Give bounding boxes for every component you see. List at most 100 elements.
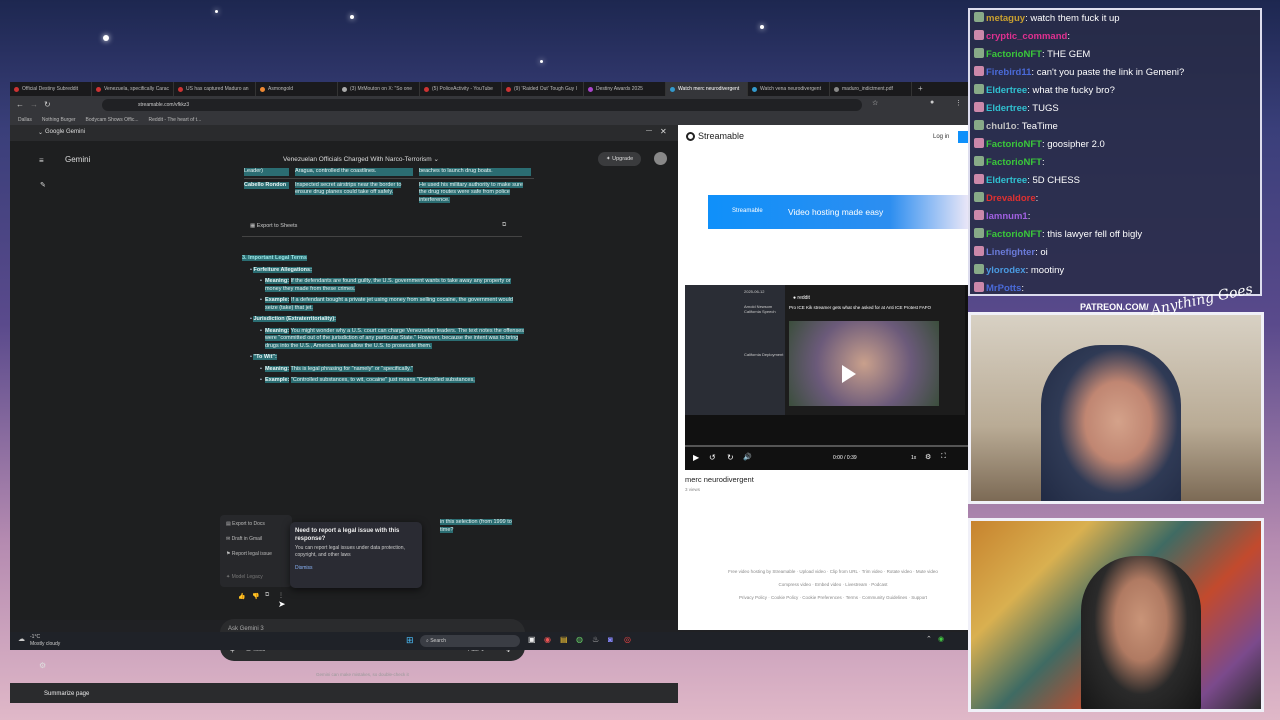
browser-tab[interactable]: (5) PoliceActivity - YouTube [420, 82, 502, 96]
chat-username[interactable]: Eldertree [986, 85, 1027, 96]
menu-icon[interactable]: ⋮ [955, 99, 962, 107]
browser-tab[interactable]: Venezuela, specifically Carac [92, 82, 174, 96]
browser-tab-active[interactable]: Watch merc neurodivergent [666, 82, 748, 96]
menu-icon[interactable]: ≡ [39, 156, 44, 165]
footer-link[interactable]: Cookie Policy [771, 595, 798, 600]
footer-link[interactable]: Compress video [778, 582, 811, 587]
chat-username[interactable]: metaguy [986, 13, 1025, 24]
tray-icon[interactable]: ⌃ [926, 635, 932, 643]
footer-link[interactable]: Livestream [845, 582, 867, 587]
footer-link[interactable]: Terms [846, 595, 858, 600]
more-icon[interactable]: ⋮ [278, 592, 284, 599]
chat-username[interactable]: ylorodex [986, 265, 1026, 276]
fullscreen-icon[interactable]: ⛶ [941, 453, 946, 461]
login-link[interactable]: Log in [933, 134, 949, 140]
new-tab-button[interactable]: + [912, 82, 929, 96]
avatar[interactable] [654, 152, 667, 165]
chat-username[interactable]: Firebird11 [986, 67, 1031, 78]
footer-link[interactable]: Upload video [799, 569, 825, 574]
settings-icon[interactable]: ⚙ [39, 661, 46, 670]
copy-icon[interactable]: ⧉ [502, 222, 506, 229]
streamable-logo[interactable]: Streamable [686, 131, 744, 141]
browser-tab[interactable]: US has captured Maduro an [174, 82, 256, 96]
back-icon[interactable]: ← [16, 100, 24, 109]
rewind-icon[interactable]: ↺ [709, 453, 716, 462]
app-icon[interactable]: ◎ [624, 635, 631, 644]
footer-link[interactable]: Free video hosting by Streamable [728, 569, 795, 574]
app-icon[interactable]: ◙ [608, 635, 613, 644]
forward-icon[interactable]: → [30, 100, 38, 109]
chat-username[interactable]: FactorioNFT [986, 229, 1042, 240]
chat-username[interactable]: Eldertree [986, 103, 1027, 114]
summarize-page-button[interactable]: Summarize page [44, 691, 89, 697]
app-icon[interactable]: ▤ [560, 635, 568, 644]
footer-link[interactable]: Embed video [815, 582, 841, 587]
volume-icon[interactable]: 🔊 [743, 453, 752, 461]
chevron-down-icon[interactable]: ⌄ [38, 129, 43, 136]
taskbar-search[interactable]: ⌕ Search [420, 635, 520, 647]
play-icon[interactable]: ▶ [693, 453, 699, 462]
export-sheets-button[interactable]: ▦ Export to Sheets [250, 223, 297, 229]
chat-username[interactable]: FactorioNFT [986, 139, 1042, 150]
app-icon[interactable]: ▣ [528, 635, 536, 644]
star-icon[interactable]: ☆ [872, 99, 878, 107]
upgrade-button[interactable]: ✦ Upgrade [598, 152, 642, 166]
browser-tab[interactable]: (3) MrMouton on X: "So one [338, 82, 420, 96]
play-overlay-icon[interactable] [842, 365, 856, 383]
app-icon[interactable]: ◉ [544, 635, 551, 644]
chat-username[interactable]: lamnum1 [986, 211, 1028, 222]
footer-link[interactable]: Privacy Policy [739, 595, 767, 600]
menu-item-report[interactable]: ⚑ Report legal issue [226, 551, 272, 557]
footer-link[interactable]: Support [911, 595, 927, 600]
bookmark-item[interactable]: Bodycam Shows Offic... [86, 117, 139, 123]
minimize-icon[interactable]: — [646, 128, 652, 134]
chat-username[interactable]: MrPotts [986, 283, 1021, 294]
video-player[interactable]: 2025-06-12 Arnold Newsom California Spee… [685, 285, 968, 470]
reload-icon[interactable]: ↻ [44, 100, 51, 109]
forward-icon[interactable]: ↻ [727, 453, 734, 462]
extensions-icon[interactable]: ● [930, 99, 934, 106]
url-field[interactable]: streamable.com/vfkkz3 [102, 99, 862, 111]
close-icon[interactable]: ✕ [660, 127, 667, 136]
chat-username[interactable]: FactorioNFT [986, 157, 1042, 168]
app-icon[interactable]: ♨ [592, 635, 599, 644]
browser-tab[interactable]: maduro_indictment.pdf [830, 82, 912, 96]
chat-title-dropdown[interactable]: Venezuelan Officials Charged With Narco-… [283, 155, 439, 163]
chat-username[interactable]: Eldertree [986, 175, 1027, 186]
app-icon[interactable]: ◍ [576, 635, 583, 644]
footer-link[interactable]: Clip from URL [830, 569, 858, 574]
footer-link[interactable]: Rotate video [887, 569, 912, 574]
chat-username[interactable]: Drevaldore [986, 193, 1036, 204]
chat-username[interactable]: chul1o [986, 121, 1017, 132]
speed-button[interactable]: 1x [911, 455, 916, 461]
signup-button[interactable] [958, 131, 968, 143]
promo-banner[interactable]: Streamable Video hosting made easy [708, 195, 968, 229]
tray-icon[interactable]: ◉ [938, 635, 944, 643]
browser-tab[interactable]: Asmongold [256, 82, 338, 96]
browser-tab[interactable]: Watch vena neurodivergent [748, 82, 830, 96]
browser-tab[interactable]: (9) 'Raided Out' Tough Guy I [502, 82, 584, 96]
video-progress-bar[interactable] [685, 445, 968, 447]
menu-item-export-docs[interactable]: ▤ Export to Docs [226, 521, 265, 527]
thumbs-up-icon[interactable]: 👍 [238, 593, 245, 600]
browser-tab[interactable]: Official Destiny Subreddit [10, 82, 92, 96]
new-chat-icon[interactable]: ✎ [40, 181, 46, 189]
footer-link[interactable]: Cookie Preferences [802, 595, 842, 600]
copy-icon[interactable]: ⧉ [265, 592, 269, 599]
chat-username[interactable]: FactorioNFT [986, 49, 1042, 60]
chat-username[interactable]: Linefighter [986, 247, 1035, 258]
footer-link[interactable]: Mute video [916, 569, 938, 574]
chat-username[interactable]: cryptic_command [986, 31, 1067, 42]
menu-item-draft-gmail[interactable]: ✉ Draft in Gmail [226, 536, 262, 542]
bookmark-item[interactable]: Nothing Burger [42, 117, 76, 123]
thumbs-down-icon[interactable]: 👎 [252, 593, 259, 600]
browser-tab[interactable]: Destiny Awards 2025 [584, 82, 666, 96]
footer-link[interactable]: Trim video [862, 569, 883, 574]
settings-icon[interactable]: ⚙ [925, 453, 931, 461]
footer-link[interactable]: Podcast [871, 582, 887, 587]
bookmark-item[interactable]: Reddit - The heart of t... [149, 117, 202, 123]
bookmark-item[interactable]: Dallas [18, 117, 32, 123]
footer-link[interactable]: Community Guidelines [862, 595, 907, 600]
dismiss-button[interactable]: Dismiss [295, 565, 417, 571]
weather-icon[interactable]: ☁ [18, 635, 25, 643]
